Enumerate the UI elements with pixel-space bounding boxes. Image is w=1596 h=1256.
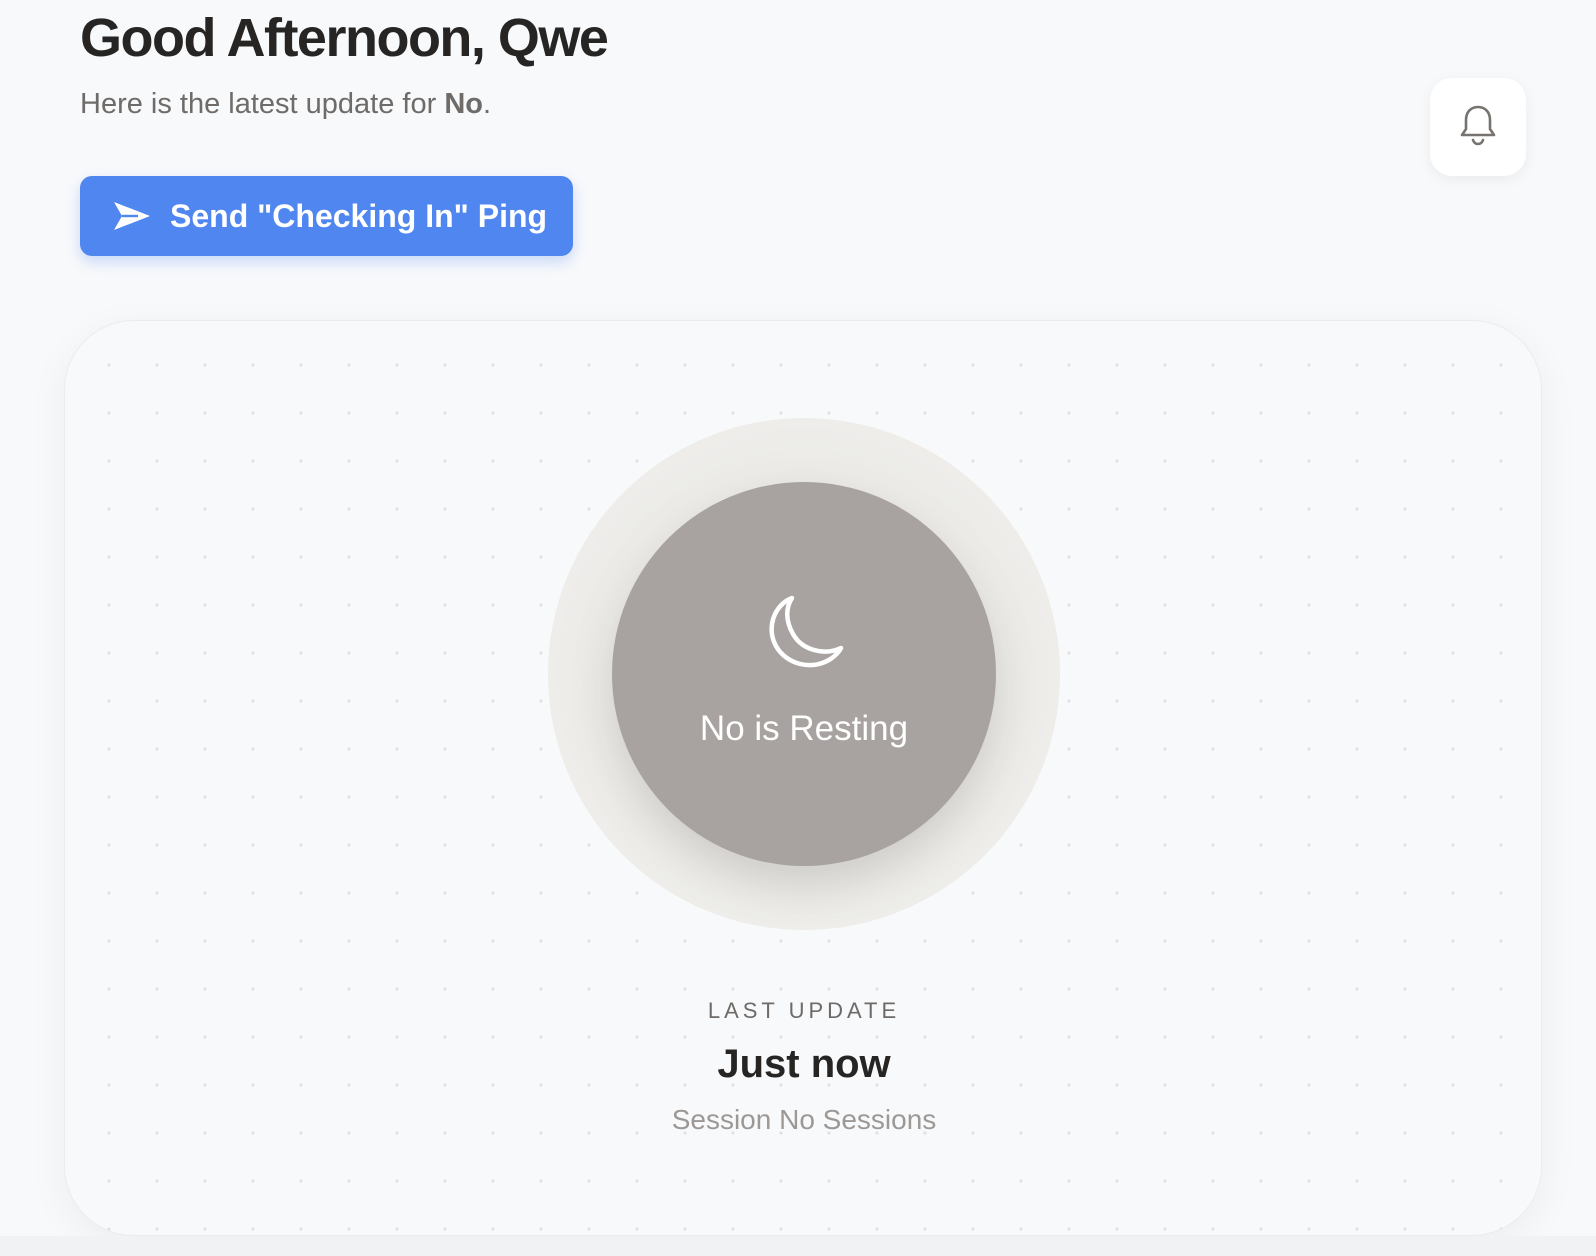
status-card: No is Resting LAST UPDATE Just now Sessi…	[64, 320, 1542, 1236]
subtitle-person-name: No	[444, 88, 483, 120]
moon-icon	[762, 592, 848, 678]
page-subtitle: Here is the latest update for No.	[80, 86, 491, 122]
last-update-value: Just now	[717, 1042, 891, 1086]
send-icon	[112, 199, 152, 233]
last-update-label: LAST UPDATE	[707, 998, 901, 1023]
send-checking-in-ping-button[interactable]: Send "Checking In" Ping	[80, 176, 573, 256]
send-ping-label: Send "Checking In" Ping	[170, 197, 548, 234]
page-title: Good Afternoon, Qwe	[80, 8, 609, 68]
bottom-strip	[0, 1236, 1596, 1256]
subtitle-prefix: Here is the latest update for	[80, 88, 445, 120]
session-info: Session No Sessions	[671, 1104, 937, 1135]
status-label: No is Resting	[699, 709, 909, 748]
subtitle-suffix: .	[482, 88, 492, 120]
status-indicator: No is Resting	[612, 482, 996, 866]
dashboard-page: Good Afternoon, Qwe Here is the latest u…	[0, 0, 1596, 1236]
bell-icon	[1458, 103, 1498, 152]
notifications-button[interactable]	[1430, 78, 1526, 176]
